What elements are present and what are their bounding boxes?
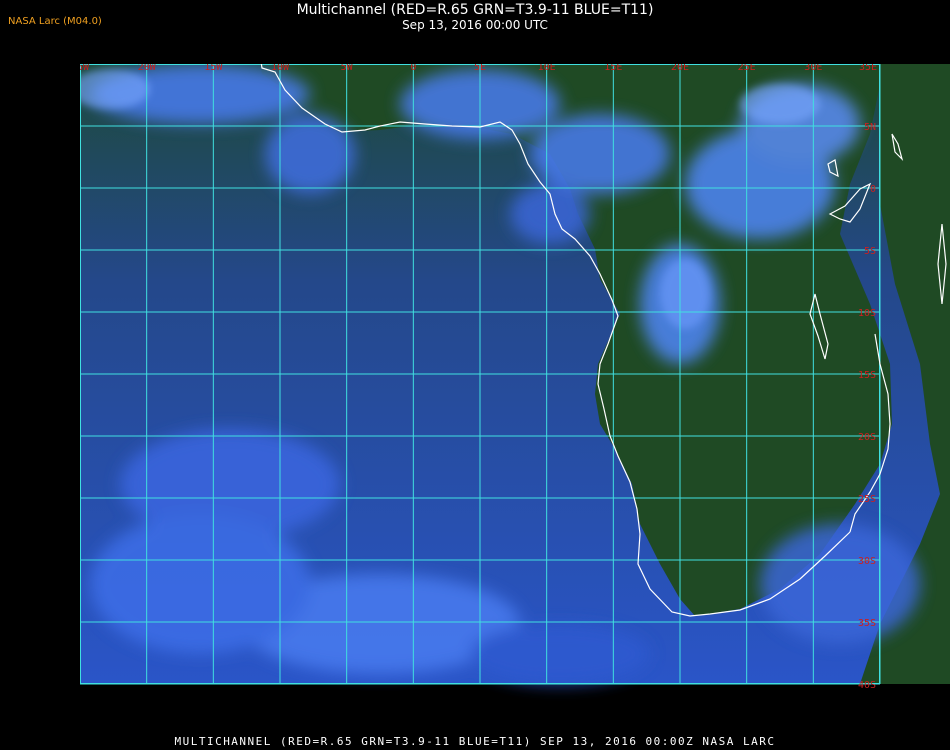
satellite-image-svg: 25W 20W 15W 10W 5W 0 5E 10E 15E 20E 25E 30E 35E 5N 0 5…: [80, 64, 950, 726]
latitude-label: 5S: [864, 246, 876, 257]
image-title: Multichannel (RED=R.65 GRN=T3.9-11 BLUE=…: [296, 2, 654, 18]
longitude-label: 0: [410, 64, 416, 73]
longitude-label: 20W: [138, 64, 157, 73]
latitude-label: 25S: [858, 494, 876, 505]
latitude-label: 15S: [858, 370, 876, 381]
latitude-label: 0: [870, 184, 876, 195]
longitude-label: 20E: [671, 64, 689, 73]
image-caption: MULTICHANNEL (RED=R.65 GRN=T3.9-11 BLUE=…: [174, 735, 776, 748]
longitude-label: 5E: [474, 64, 486, 73]
longitude-label: 10W: [271, 64, 290, 73]
latitude-label: 5N: [864, 122, 876, 133]
latitude-label: 35S: [858, 618, 876, 629]
latitude-label: 20S: [858, 432, 876, 443]
latitude-label: 10S: [858, 308, 876, 319]
longitude-label: 10E: [538, 64, 556, 73]
longitude-label: 25W: [80, 64, 90, 73]
longitude-label: 15E: [604, 64, 622, 73]
longitude-label: 15W: [204, 64, 223, 73]
longitude-label: 5W: [341, 64, 354, 73]
longitude-label: 25E: [738, 64, 756, 73]
latitude-label: 40S: [858, 680, 876, 691]
longitude-label: 35E: [859, 64, 877, 73]
satellite-map[interactable]: 25W 20W 15W 10W 5W 0 5E 10E 15E 20E 25E 30E 35E 5N 0 5…: [80, 64, 950, 726]
latitude-label: 30S: [858, 556, 876, 567]
longitude-label: 30E: [804, 64, 822, 73]
image-timestamp: Sep 13, 2016 00:00 UTC: [402, 18, 548, 32]
